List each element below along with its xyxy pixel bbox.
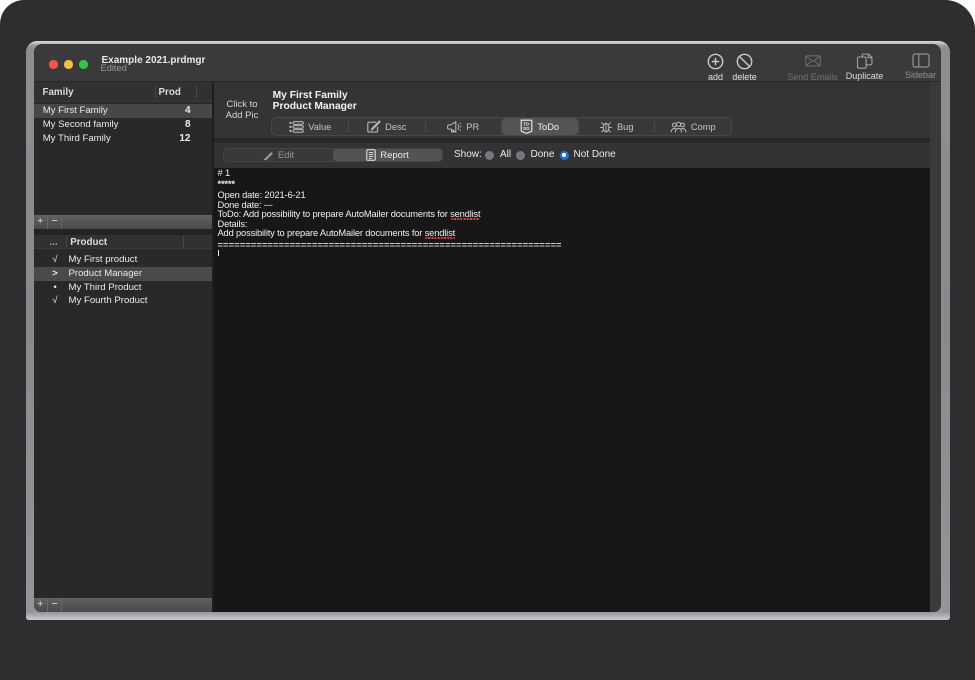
svg-text:DO: DO <box>524 126 531 131</box>
